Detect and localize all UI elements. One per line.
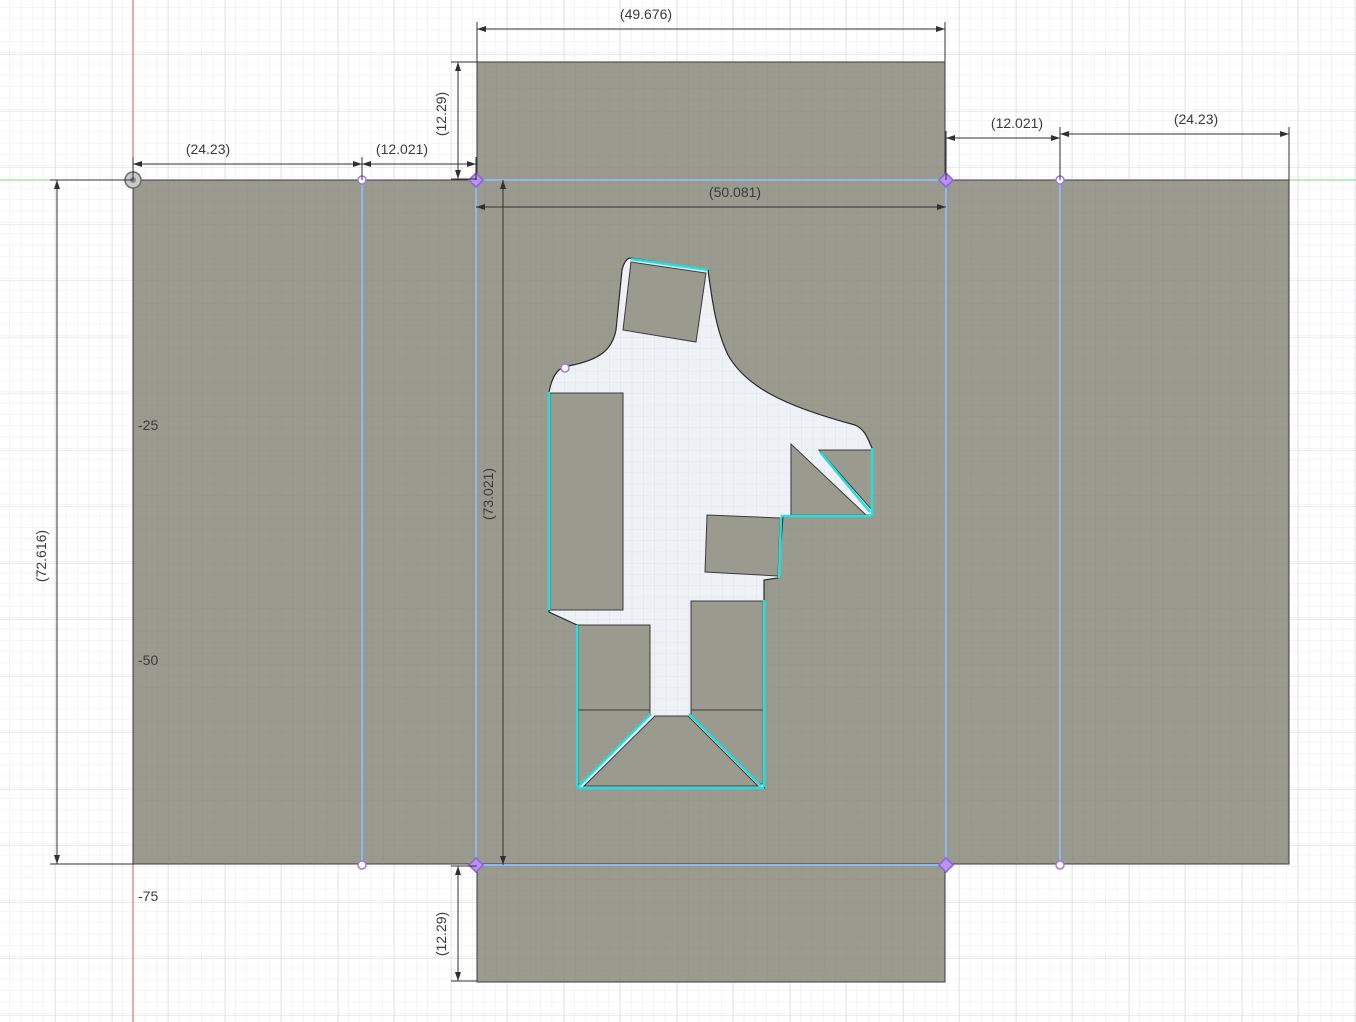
- top-flap-grid: [477, 62, 945, 180]
- island-door-right[interactable]: [690, 600, 764, 711]
- sketch-point[interactable]: [357, 860, 367, 870]
- island-chimney[interactable]: [622, 261, 707, 343]
- dim-left-panel-width-text[interactable]: (24.23): [186, 141, 230, 157]
- dim-top-flap-height-text[interactable]: (12.29): [433, 92, 449, 136]
- sketch-canvas[interactable]: -25 -50 -75 (49.676) (12.29) (24.23) (12…: [0, 0, 1356, 1022]
- dim-top-flap-width-text[interactable]: (49.676): [620, 6, 672, 22]
- island-right-block[interactable]: [704, 514, 781, 577]
- dim-right-panel-width-text[interactable]: (24.23): [1174, 111, 1218, 127]
- dim-center-height-text[interactable]: (73.021): [480, 468, 496, 520]
- y-axis-label-75: -75: [138, 888, 158, 904]
- sketch-point[interactable]: [1055, 860, 1065, 870]
- dim-center-width-text[interactable]: (50.081): [709, 184, 761, 200]
- dim-overall-height-text[interactable]: (72.616): [33, 530, 49, 582]
- island-door-left[interactable]: [577, 624, 651, 711]
- y-axis-label-50: -50: [138, 652, 158, 668]
- dim-right-hinge-width-text[interactable]: (12.021): [991, 115, 1043, 131]
- dim-left-hinge-width-text[interactable]: (12.021): [376, 141, 428, 157]
- dim-bottom-flap-height-text[interactable]: (12.29): [433, 912, 449, 956]
- island-left-window[interactable]: [549, 392, 624, 611]
- sketch-point[interactable]: [560, 363, 570, 373]
- bottom-flap-grid: [477, 864, 945, 982]
- y-axis-label-25: -25: [138, 417, 158, 433]
